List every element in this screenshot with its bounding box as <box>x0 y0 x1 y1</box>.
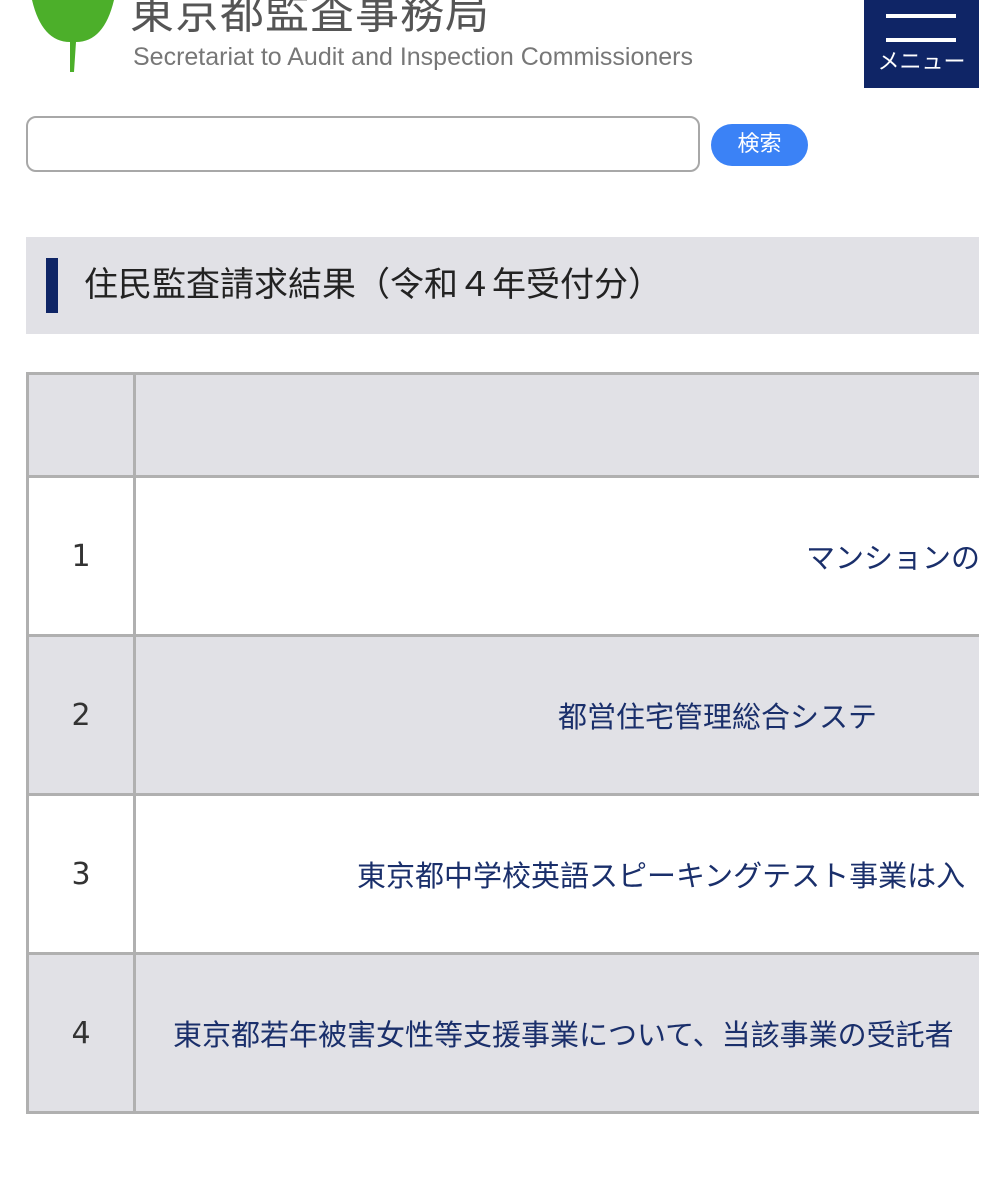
site-subtitle: Secretariat to Audit and Inspection Comm… <box>133 43 693 71</box>
row-title-cell: 東京都中学校英語スピーキングテスト事業は入 <box>133 793 979 955</box>
row-title-link[interactable]: マンションの <box>806 541 979 575</box>
table-row: 4 東京都若年被害女性等支援事業について、当該事業の受託者 <box>26 952 979 1114</box>
row-title-cell: マンションの <box>133 475 979 637</box>
menu-label: メニュー <box>877 50 966 75</box>
row-title-link[interactable]: 東京都中学校英語スピーキングテスト事業は入 <box>357 859 965 893</box>
hamburger-icon <box>886 14 956 18</box>
page-heading: 住民監査請求結果（令和４年受付分） <box>26 237 979 334</box>
hamburger-icon <box>886 38 956 42</box>
row-number: 4 <box>26 952 136 1114</box>
heading-accent-bar <box>46 258 58 313</box>
table-row: 3 東京都中学校英語スピーキングテスト事業は入 <box>26 793 979 955</box>
results-table-container[interactable]: 1 マンションの 2 都営住宅管理総合システ 3 東京都中学校英語スピーキングテ… <box>26 372 979 1117</box>
row-number: 2 <box>26 634 136 796</box>
menu-button[interactable]: メニュー <box>864 0 979 88</box>
results-table: 1 マンションの 2 都営住宅管理総合システ 3 東京都中学校英語スピーキングテ… <box>26 372 979 1114</box>
table-row: 1 マンションの <box>26 475 979 637</box>
row-number: 1 <box>26 475 136 637</box>
row-title-cell: 東京都若年被害女性等支援事業について、当該事業の受託者 <box>133 952 979 1114</box>
site-title[interactable]: 東京都監査事務局 <box>130 0 490 40</box>
ginkgo-leaf-icon[interactable] <box>28 0 118 75</box>
header-cell-title <box>133 372 979 478</box>
site-header: 東京都監査事務局 Secretariat to Audit and Inspec… <box>0 0 1004 100</box>
row-title-cell: 都営住宅管理総合システ <box>133 634 979 796</box>
row-number: 3 <box>26 793 136 955</box>
page-title: 住民監査請求結果（令和４年受付分） <box>84 265 662 305</box>
header-cell-number <box>26 372 136 478</box>
search-input[interactable] <box>26 116 700 172</box>
table-header-row <box>26 372 979 478</box>
search-button[interactable]: 検索 <box>711 124 808 166</box>
row-title-link[interactable]: 都営住宅管理総合システ <box>558 700 877 734</box>
row-title-link[interactable]: 東京都若年被害女性等支援事業について、当該事業の受託者 <box>173 1018 954 1052</box>
table-row: 2 都営住宅管理総合システ <box>26 634 979 796</box>
